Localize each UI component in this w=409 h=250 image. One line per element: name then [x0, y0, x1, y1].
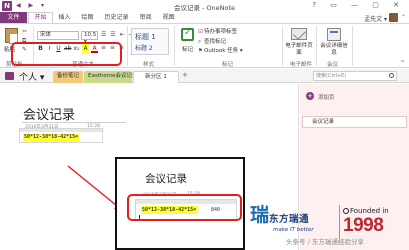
add-section-button[interactable]: + — [182, 71, 188, 79]
annotation-highlight-box — [11, 42, 122, 66]
section-tab-new-section[interactable]: 新分区 1 — [133, 71, 179, 83]
search-input[interactable]: 搜索(Ctrl+E) — [313, 71, 397, 81]
styles-gallery[interactable]: 标题 1 标题 2 — [131, 28, 169, 55]
add-page-label: 添加页 — [318, 95, 335, 101]
inset-annotation-box — [127, 194, 242, 221]
group-label-meeting: 会议 — [327, 62, 339, 68]
paste-icon[interactable] — [5, 28, 18, 44]
group-divider — [174, 26, 175, 66]
tab-review[interactable]: 审阅 — [134, 12, 157, 23]
tab-file[interactable]: 文件 — [0, 12, 27, 23]
section-tab-backup[interactable]: 备份笔记 — [53, 71, 83, 83]
company-tagline: make IT better — [273, 227, 314, 233]
avatar[interactable] — [389, 13, 398, 22]
page-title[interactable]: 会议记录 — [23, 104, 75, 123]
font-size-select[interactable]: 10.5 ▾ — [81, 31, 98, 45]
outlook-tasks-button[interactable]: ⚑Outlook 任务 ▾ — [198, 47, 243, 57]
email-page-button[interactable]: 电子邮件页面 — [285, 43, 313, 57]
tab-draw[interactable]: 绘图 — [76, 12, 99, 23]
group-label-email: 电子邮件 — [290, 62, 313, 68]
search-placeholder: 搜索(Ctrl+E) — [316, 73, 347, 79]
find-tags-button[interactable]: ⌕ 查找标记 — [198, 38, 243, 48]
tag-commands: ☑待办事项标签 ⌕ 查找标记 ⚑Outlook 任务 ▾ — [198, 28, 243, 57]
tab-history[interactable]: 历史记录 — [99, 12, 134, 23]
email-page-icon[interactable] — [291, 28, 307, 40]
founded-icon — [343, 208, 349, 214]
search-icon[interactable] — [389, 73, 394, 78]
cut-icon[interactable]: ✂ — [22, 28, 27, 35]
style-heading-2[interactable]: 标题 2 — [135, 43, 153, 52]
window-controls[interactable]: ? ▭ — ▢ ✕ — [312, 1, 405, 9]
group-divider — [127, 26, 128, 66]
ribbon-tab-row: 文件 开始 插入 绘图 历史记录 审阅 视图 孟先文 ▾ ⌃ — [0, 12, 409, 23]
page-list-item[interactable]: 会议记录 — [302, 116, 407, 128]
logo-divider — [339, 205, 340, 239]
ribbon-display-options-icon[interactable]: ⌃ — [401, 14, 406, 21]
meeting-details-button[interactable]: 会议详细信息 — [320, 43, 348, 57]
notebook-icon[interactable] — [5, 72, 14, 80]
notebook-selector[interactable]: 个人 ▾ — [19, 70, 44, 83]
tab-home[interactable]: 开始 — [28, 12, 54, 23]
group-label-styles: 样式 — [143, 62, 155, 68]
style-heading-1[interactable]: 标题 1 — [135, 32, 156, 42]
founded-year: 1998 — [343, 215, 384, 236]
title-bar: N ◀ ▶ ▾ 会议记录 - OneNote ? ▭ — ▢ ✕ — [0, 0, 409, 12]
tags-button[interactable]: 标记 — [182, 45, 193, 53]
group-label-tags: 标记 — [222, 62, 234, 68]
tab-view[interactable]: 视图 — [157, 12, 180, 23]
title-underline — [22, 122, 126, 123]
tag-checkbox-icon[interactable] — [181, 28, 194, 41]
collapse-ribbon-icon[interactable]: ^ — [400, 60, 405, 67]
company-name: 东方瑞通 — [269, 214, 310, 225]
user-name[interactable]: 孟先文 ▾ — [364, 14, 387, 23]
math-expression[interactable]: 50*12-38*18-42*15= — [23, 134, 80, 141]
note-container-handle[interactable] — [20, 129, 104, 132]
note-container[interactable]: 50*12-38*18-42*15= — [19, 128, 104, 143]
add-page-icon: + — [306, 92, 314, 100]
company-logo-mark: 瑞 — [250, 204, 270, 226]
notebook-bar: 个人 ▾ 备份笔记 Easthome会议记录 新分区 1 + 搜索(Ctrl+E… — [0, 69, 409, 83]
tab-insert[interactable]: 插入 — [53, 12, 76, 23]
group-divider — [282, 26, 283, 66]
section-tab-easthome[interactable]: Easthome会议记录 — [84, 71, 137, 83]
founded-label: Founded in — [343, 207, 389, 215]
meeting-details-icon[interactable] — [327, 28, 341, 41]
font-family-select[interactable]: 宋体 — [37, 31, 79, 40]
group-divider — [316, 26, 317, 66]
group-divider — [352, 26, 353, 66]
add-page-button[interactable]: + 添加页 — [300, 90, 409, 103]
todo-tag-button[interactable]: ☑待办事项标签 — [198, 28, 243, 38]
inset-page-title: 会议记录 — [145, 173, 187, 185]
ribbon-tabs: 开始 插入 绘图 历史记录 审阅 视图 — [28, 12, 180, 23]
watermark: 头条号 / 东方瑞通经验分享 — [286, 238, 364, 246]
